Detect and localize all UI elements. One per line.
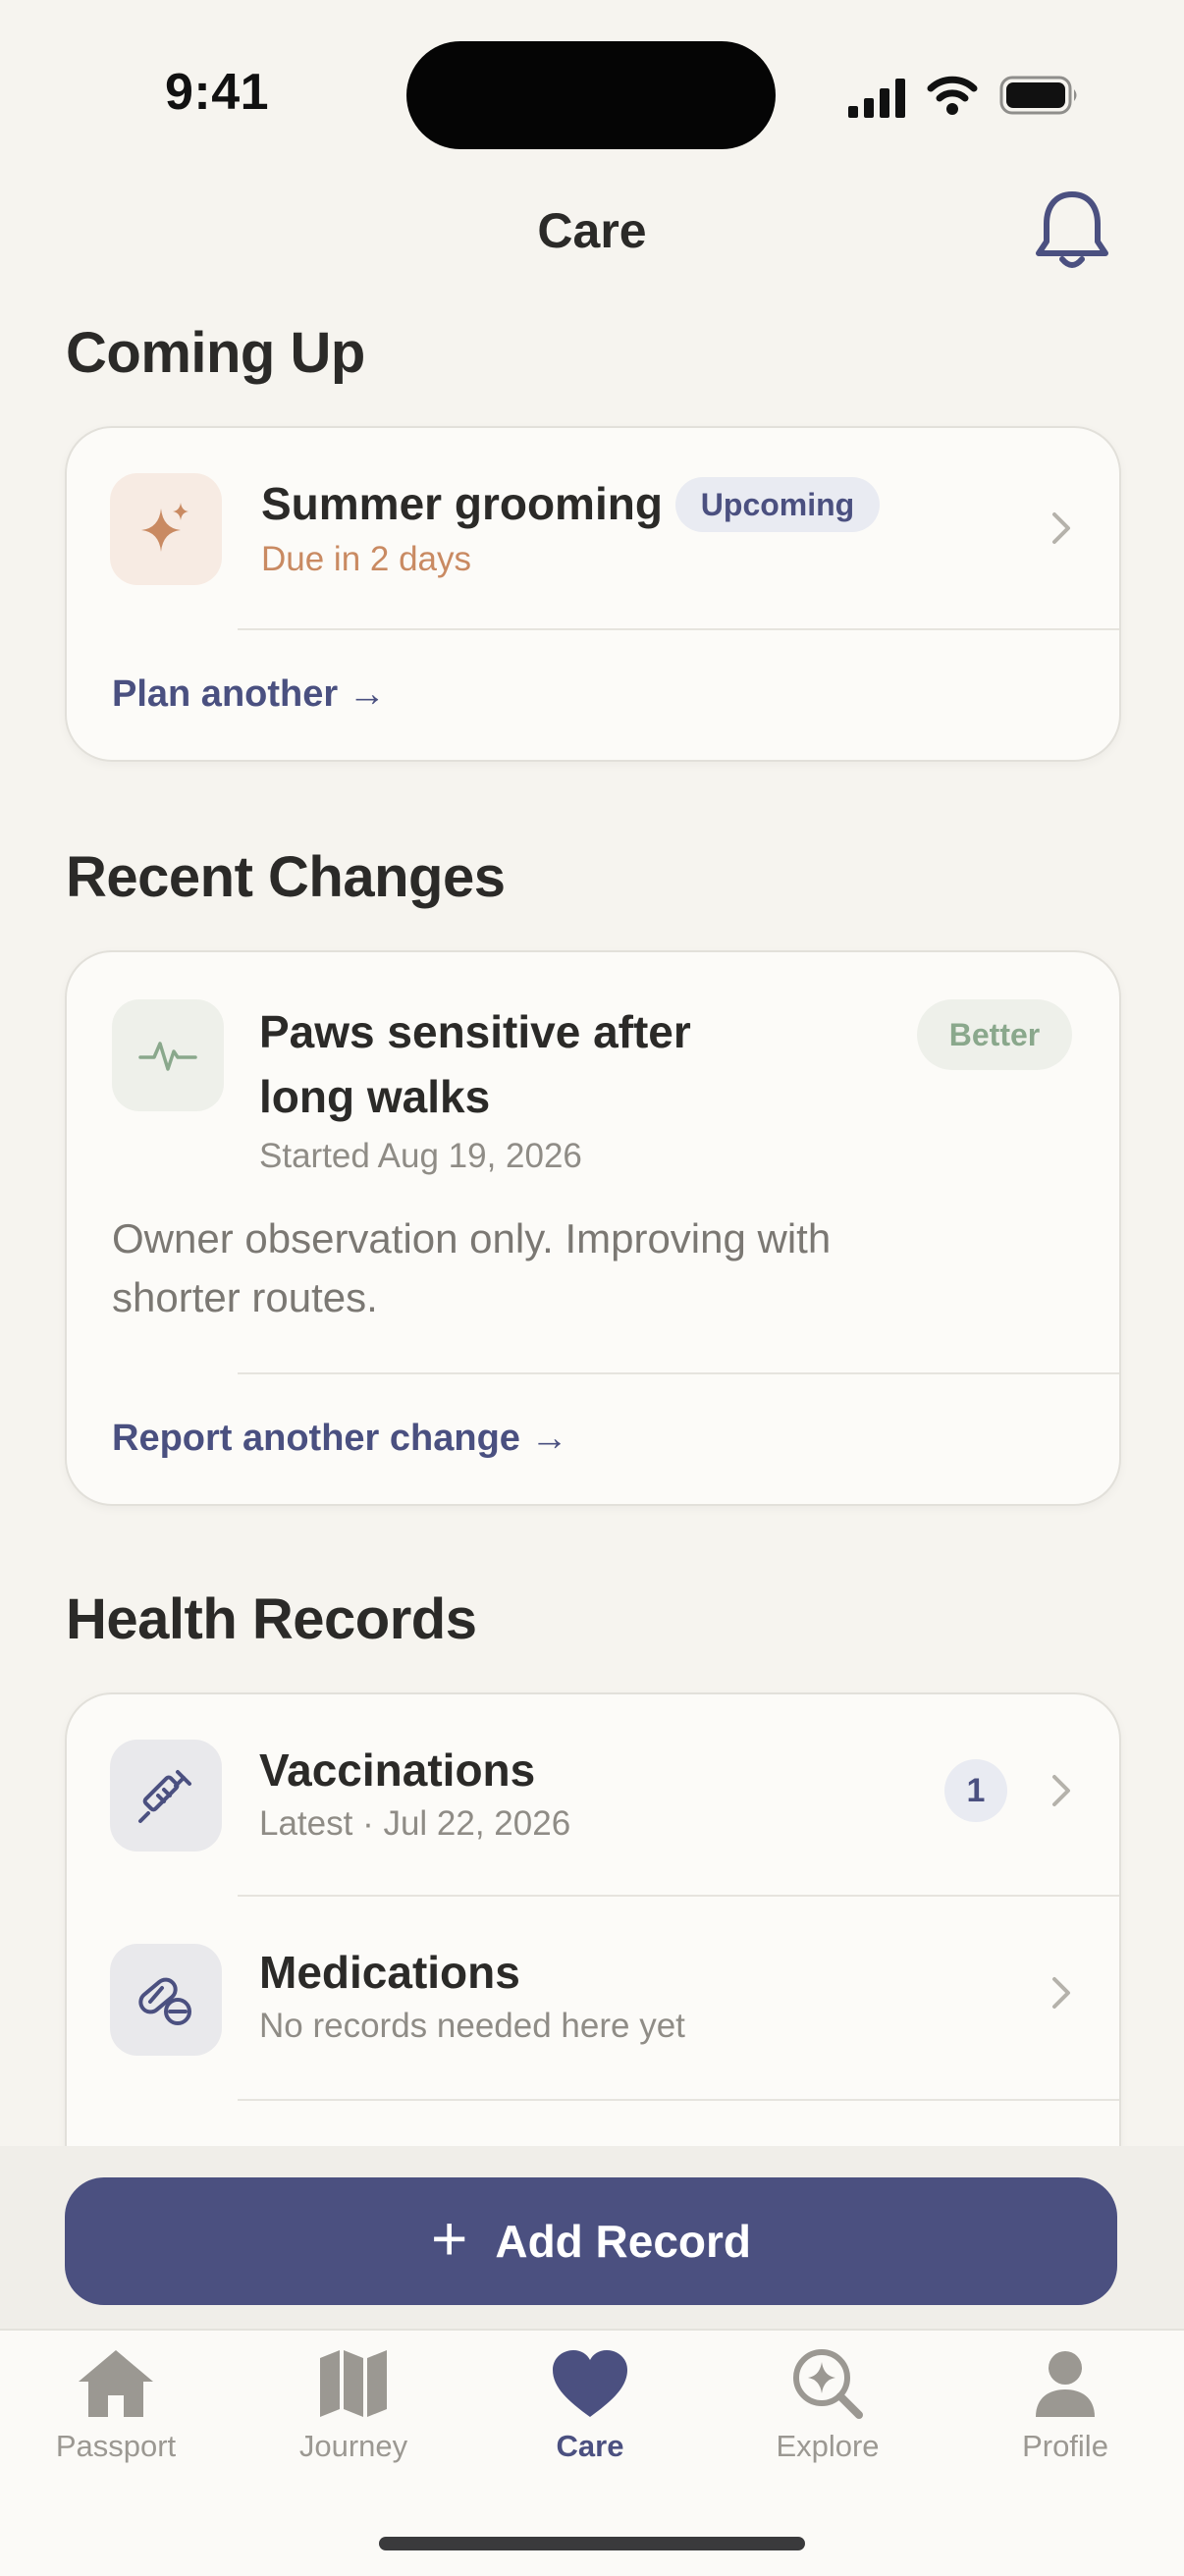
syringe-icon bbox=[110, 1740, 222, 1852]
bell-icon[interactable] bbox=[1031, 187, 1113, 275]
section-title-recent-changes: Recent Changes bbox=[66, 845, 506, 909]
item-subtitle: Due in 2 days bbox=[261, 540, 472, 578]
explore-icon bbox=[793, 2349, 863, 2419]
change-title-line1: Paws sensitive after bbox=[259, 1006, 691, 1057]
tab-journey[interactable]: Journey bbox=[255, 2346, 452, 2474]
battery-icon bbox=[999, 76, 1077, 115]
change-note-line1: Owner observation only. Improving with bbox=[112, 1215, 832, 1261]
tab-care[interactable]: Care bbox=[492, 2346, 688, 2474]
pulse-icon bbox=[112, 999, 224, 1111]
status-badge: Upcoming bbox=[675, 477, 880, 532]
chevron-right-icon bbox=[1052, 512, 1070, 544]
status-badge: Better bbox=[917, 999, 1072, 1070]
coming-up-card: Summer grooming Upcoming Due in 2 days P… bbox=[65, 426, 1121, 762]
change-note: Owner observation only. Improving with s… bbox=[112, 1209, 831, 1327]
tab-explore[interactable]: Explore bbox=[729, 2346, 926, 2474]
item-title: Summer grooming bbox=[261, 478, 663, 529]
tab-label: Passport bbox=[55, 2429, 177, 2463]
section-title-health-records: Health Records bbox=[66, 1587, 477, 1651]
house-icon bbox=[79, 2350, 153, 2417]
plan-another-link[interactable]: Plan another → bbox=[112, 673, 386, 716]
report-change-link[interactable]: Report another change → bbox=[112, 1418, 568, 1460]
add-record-button[interactable]: + Add Record bbox=[65, 2177, 1117, 2305]
change-note-line2: shorter routes. bbox=[112, 1274, 378, 1320]
status-time: 9:41 bbox=[165, 64, 270, 121]
item-subtitle: Latest · Jul 22, 2026 bbox=[259, 1804, 571, 1843]
section-title-coming-up: Coming Up bbox=[66, 321, 365, 385]
wifi-icon bbox=[927, 76, 978, 115]
map-icon bbox=[320, 2350, 387, 2417]
sparkle-icon bbox=[110, 473, 222, 585]
tab-label: Profile bbox=[1022, 2429, 1108, 2463]
tab-label: Explore bbox=[776, 2429, 880, 2463]
item-subtitle: No records needed here yet bbox=[259, 2007, 685, 2045]
item-title: Medications bbox=[259, 1947, 520, 1998]
change-started: Started Aug 19, 2026 bbox=[259, 1137, 582, 1175]
chevron-right-icon bbox=[1052, 1977, 1070, 2009]
divider bbox=[238, 2099, 1119, 2101]
heart-icon bbox=[553, 2350, 627, 2417]
chevron-right-icon bbox=[1052, 1775, 1070, 1806]
count-badge: 1 bbox=[944, 1759, 1007, 1822]
dynamic-island bbox=[406, 41, 776, 149]
pills-icon bbox=[110, 1944, 222, 2056]
change-title-line2: long walks bbox=[259, 1071, 491, 1122]
change-title: Paws sensitive after long walks bbox=[259, 999, 691, 1129]
tab-profile[interactable]: Profile bbox=[967, 2346, 1163, 2474]
divider bbox=[238, 1895, 1119, 1897]
divider bbox=[238, 628, 1119, 630]
health-records-card: Vaccinations Latest · Jul 22, 2026 1 Med… bbox=[65, 1692, 1121, 2207]
tab-passport[interactable]: Passport bbox=[18, 2346, 214, 2474]
home-indicator bbox=[379, 2537, 805, 2550]
tab-label: Journey bbox=[298, 2429, 408, 2463]
recent-changes-card: Paws sensitive after long walks Better S… bbox=[65, 950, 1121, 1506]
page-title: Care bbox=[537, 203, 647, 258]
divider bbox=[238, 1372, 1119, 1374]
cellular-signal-icon bbox=[848, 79, 905, 118]
item-title: Vaccinations bbox=[259, 1744, 536, 1796]
plus-icon: + bbox=[430, 2203, 468, 2274]
person-icon bbox=[1036, 2351, 1095, 2417]
tab-label: Care bbox=[556, 2429, 624, 2463]
add-record-label: Add Record bbox=[495, 2216, 752, 2267]
